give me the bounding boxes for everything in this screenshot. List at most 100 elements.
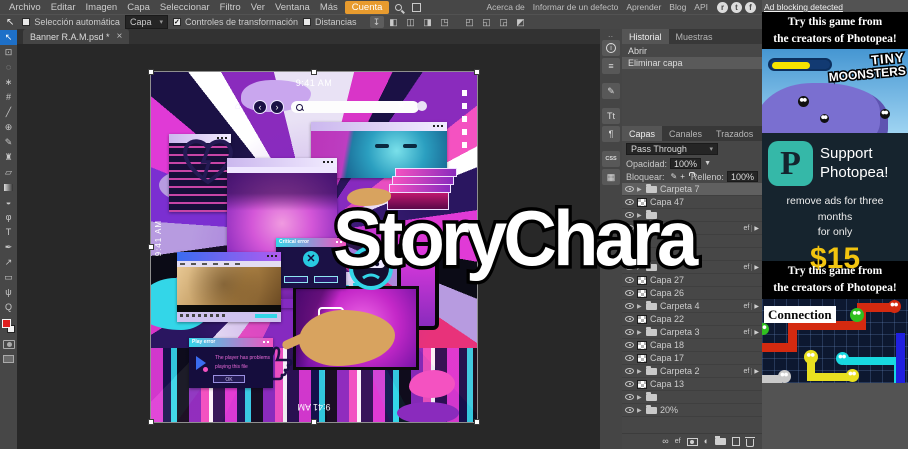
reddit-icon[interactable]: r xyxy=(717,2,728,13)
image-panel-icon[interactable]: ▦ xyxy=(602,169,620,185)
header-link-aprender[interactable]: Aprender xyxy=(622,2,665,12)
add-mask-icon[interactable] xyxy=(687,438,698,446)
tiny-monsters-ad[interactable]: TINY MOONSTERS xyxy=(762,49,908,133)
twitter-icon[interactable]: t xyxy=(731,2,742,13)
align-center-h-icon[interactable]: ◫ xyxy=(404,16,418,28)
expand-arrow-icon[interactable]: ▶ xyxy=(637,407,643,414)
layer-row-capa-13[interactable]: ▶ Capa 13 ef ▶ xyxy=(622,378,762,391)
menu-item-archivo[interactable]: Archivo xyxy=(4,2,46,13)
transform-handle-se[interactable] xyxy=(474,419,480,425)
distances-checkbox[interactable] xyxy=(303,18,311,26)
visibility-eye-icon[interactable] xyxy=(625,186,634,192)
account-button[interactable]: Cuenta xyxy=(345,1,390,14)
effects-badge[interactable]: ef ▶ xyxy=(744,225,759,232)
layer-thumbnail[interactable] xyxy=(637,315,647,324)
artboard[interactable]: 9:41 AM ⌂ ‹ › ★ xyxy=(151,72,477,422)
auto-select-checkbox[interactable] xyxy=(22,18,30,26)
layer-row[interactable]: ▶ ef ▶ xyxy=(622,222,762,235)
visibility-eye-icon[interactable] xyxy=(625,381,634,387)
visibility-eye-icon[interactable] xyxy=(625,355,634,361)
fullscreen-icon[interactable] xyxy=(412,3,421,12)
visibility-eye-icon[interactable] xyxy=(625,407,634,413)
zoom-tool[interactable]: Q xyxy=(0,300,17,315)
foreground-color-swatch[interactable] xyxy=(2,319,11,328)
visibility-eye-icon[interactable] xyxy=(625,212,634,218)
lock-paint-icon[interactable]: ✎ xyxy=(671,173,678,181)
visibility-eye-icon[interactable] xyxy=(625,290,634,296)
menu-item-filtro[interactable]: Filtro xyxy=(215,2,246,13)
expand-arrow-icon[interactable]: ▶ xyxy=(637,394,643,401)
layer-row-carpeta-2[interactable]: ▶ Carpeta 2 ef ▶ xyxy=(622,365,762,378)
expand-arrow-icon[interactable]: ▶ xyxy=(637,225,643,232)
layer-row-carpeta-3[interactable]: ▶ Carpeta 3 ef ▶ xyxy=(622,326,762,339)
align-right-icon[interactable]: ◨ xyxy=(421,16,435,28)
layer-name[interactable]: Capa 13 xyxy=(650,379,684,389)
clone-stamp-tool[interactable]: ♜ xyxy=(0,150,17,165)
visibility-eye-icon[interactable] xyxy=(625,199,634,205)
align-top-icon[interactable]: ◰ xyxy=(463,16,477,28)
history-item-abrir[interactable]: Abrir xyxy=(622,45,762,57)
css-panel-icon[interactable]: CSS xyxy=(602,151,620,167)
auto-select-target-dropdown[interactable]: Capa ▾ xyxy=(125,15,168,29)
layer-row-capa-26[interactable]: ▶ Capa 26 ef ▶ xyxy=(622,287,762,300)
search-icon[interactable] xyxy=(395,4,402,11)
move-tool[interactable]: ↖ xyxy=(0,30,17,45)
info-panel-icon[interactable]: i xyxy=(602,40,620,56)
blend-mode-dropdown[interactable]: Pass Through ▾ xyxy=(626,143,718,155)
ad-blocking-link[interactable]: Ad blocking detected xyxy=(762,0,908,12)
align-bottom-icon[interactable]: ◲ xyxy=(497,16,511,28)
header-link-api[interactable]: API xyxy=(690,2,712,12)
menu-item-imagen[interactable]: Imagen xyxy=(81,2,123,13)
header-link-blog[interactable]: Blog xyxy=(665,2,690,12)
layer-thumbnail[interactable] xyxy=(637,354,647,363)
panel-tab-canales[interactable]: Canales xyxy=(662,126,709,141)
visibility-eye-icon[interactable] xyxy=(625,316,634,322)
transform-controls-option[interactable]: ✓ Controles de transformación xyxy=(173,17,298,27)
properties-panel-icon[interactable]: ≡ xyxy=(602,58,620,74)
visibility-eye-icon[interactable] xyxy=(625,225,634,231)
menu-item-seleccionar[interactable]: Seleccionar xyxy=(155,2,215,13)
menu-item-ventana[interactable]: Ventana xyxy=(270,2,315,13)
distances-option[interactable]: Distancias xyxy=(303,17,357,27)
transform-controls-checkbox[interactable]: ✓ xyxy=(173,18,181,26)
layer-row[interactable]: ▶ ef ▶ xyxy=(622,235,762,248)
lasso-tool[interactable]: ◌ xyxy=(0,60,17,75)
layer-name[interactable]: Carpeta 7 xyxy=(660,184,700,194)
distribute-h-icon[interactable]: ◳ xyxy=(438,16,452,28)
link-layers-icon[interactable]: ∞ xyxy=(662,437,668,446)
paragraph-panel-icon[interactable]: ¶ xyxy=(602,126,620,142)
lock-position-icon[interactable]: + xyxy=(680,173,685,181)
layer-name[interactable]: Capa 26 xyxy=(650,288,684,298)
screen-mode-icon[interactable] xyxy=(3,355,14,363)
new-group-icon[interactable] xyxy=(715,438,726,445)
panel-tab-capas[interactable]: Capas xyxy=(622,126,662,141)
transform-handle-w[interactable] xyxy=(148,244,154,250)
layer-thumbnail[interactable] xyxy=(637,198,647,207)
close-tab-icon[interactable]: × xyxy=(117,32,123,41)
character-panel-icon[interactable]: Tt xyxy=(602,108,620,124)
pen-tool[interactable]: ✒ xyxy=(0,240,17,255)
path-select-tool[interactable]: ↗ xyxy=(0,255,17,270)
adjustment-layer-icon[interactable]: ◐ xyxy=(704,437,709,446)
menu-item-capa[interactable]: Capa xyxy=(122,2,155,13)
crop-tool[interactable]: # xyxy=(0,90,17,105)
magic-wand-tool[interactable]: ∗ xyxy=(0,75,17,90)
visibility-eye-icon[interactable] xyxy=(625,238,634,244)
menu-item-m-s[interactable]: Más xyxy=(315,2,343,13)
document-tab[interactable]: Banner R.A.M.psd * × xyxy=(23,29,129,44)
transform-handle-sw[interactable] xyxy=(148,419,154,425)
layer-thumbnail[interactable] xyxy=(637,341,647,350)
menu-item-ver[interactable]: Ver xyxy=(246,2,270,13)
brush-tool[interactable]: ✎ xyxy=(0,135,17,150)
panel-tab-trazados[interactable]: Trazados xyxy=(709,126,760,141)
healing-tool[interactable]: ⊕ xyxy=(0,120,17,135)
layer-row-carpeta-4[interactable]: ▶ Carpeta 4 ef ▶ xyxy=(622,300,762,313)
layer-row-capa-47[interactable]: ▶ Capa 47 ef ▶ xyxy=(622,196,762,209)
marquee-select-tool[interactable]: ⊡ xyxy=(0,45,17,60)
visibility-eye-icon[interactable] xyxy=(625,342,634,348)
eraser-tool[interactable]: ▱ xyxy=(0,165,17,180)
visibility-eye-icon[interactable] xyxy=(625,264,634,270)
transform-handle-nw[interactable] xyxy=(148,69,154,75)
effects-badge[interactable]: ef ▶ xyxy=(744,264,759,271)
layer-name[interactable]: 20% xyxy=(660,405,678,415)
